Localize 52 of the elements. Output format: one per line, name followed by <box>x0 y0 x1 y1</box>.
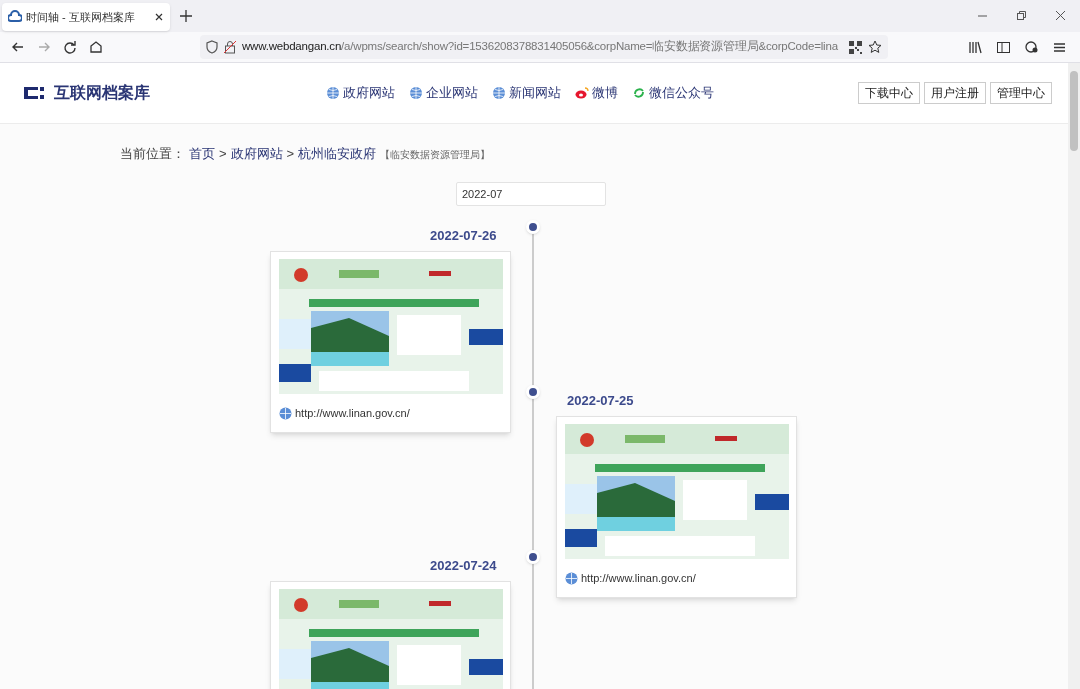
header-button[interactable]: 用户注册 <box>924 82 986 104</box>
nav-link[interactable]: 新闻网站 <box>492 83 561 103</box>
breadcrumb-separator: > <box>219 145 227 164</box>
timeline-date: 2022-07-25 <box>567 392 634 410</box>
breadcrumb-label: 当前位置： <box>120 145 185 164</box>
recycle-icon <box>632 86 646 100</box>
header-button[interactable]: 下载中心 <box>858 82 920 104</box>
timeline-date: 2022-07-26 <box>430 227 497 245</box>
sidebar-icon[interactable] <box>996 39 1011 55</box>
restore-icon[interactable] <box>1016 10 1027 21</box>
site-logo: 互联网档案库 <box>54 83 150 103</box>
snapshot-card[interactable]: http://www.linan.gov.cn/ <box>270 251 511 433</box>
reload-icon[interactable] <box>62 39 78 55</box>
url-text: www.webdangan.cn/a/wpms/search/show?id=1536208378831405056&corpName=临安数据资源管理局&corpCode=lina <box>242 39 839 55</box>
library-icon[interactable] <box>968 39 983 55</box>
nav-link[interactable]: 微信公众号 <box>632 83 714 103</box>
header-button[interactable]: 管理中心 <box>990 82 1052 104</box>
nav-link[interactable]: 微博 <box>575 83 618 103</box>
breadcrumb-separator: > <box>286 145 295 164</box>
close-icon[interactable] <box>154 12 164 22</box>
home-icon[interactable] <box>88 39 104 55</box>
globe-icon <box>279 406 292 420</box>
scroll-thumb[interactable] <box>1070 71 1078 151</box>
snapshot-url[interactable]: http://www.linan.gov.cn/ <box>581 570 696 587</box>
logo-icon <box>22 84 46 102</box>
qr-code-icon[interactable] <box>849 40 862 54</box>
browser-tab[interactable]: 时间轴 - 互联网档案库 <box>2 3 170 31</box>
account-icon[interactable] <box>1024 39 1039 55</box>
shield-icon <box>206 40 218 54</box>
snapshot-url[interactable]: http://www.linan.gov.cn/ <box>295 405 410 422</box>
new-tab-icon[interactable] <box>180 10 192 22</box>
breadcrumb-link[interactable]: 杭州临安政府 <box>298 144 377 164</box>
address-bar[interactable]: www.webdangan.cn/a/wpms/search/show?id=1536208378831405056&corpName=临安数据资源管理局&corpCode=lina <box>200 35 888 59</box>
star-icon[interactable] <box>868 40 882 54</box>
globe-icon <box>492 86 506 100</box>
breadcrumb-link[interactable]: 政府网站 <box>230 144 283 164</box>
scrollbar[interactable] <box>1068 63 1080 689</box>
month-field[interactable]: 2022-07 <box>456 182 606 206</box>
timeline-date: 2022-07-24 <box>430 557 497 575</box>
cloud-icon <box>8 10 22 24</box>
globe-icon <box>409 86 423 100</box>
nav-link[interactable]: 企业网站 <box>409 83 478 103</box>
globe-icon <box>326 86 340 100</box>
nav-link[interactable]: 政府网站 <box>326 83 395 103</box>
snapshot-card[interactable]: http://www.linan.gov.cn/ <box>556 416 797 598</box>
tab-title: 时间轴 - 互联网档案库 <box>26 9 136 25</box>
close-icon[interactable] <box>1055 10 1066 21</box>
lock-icon <box>224 40 236 54</box>
weibo-icon <box>575 86 589 100</box>
globe-icon <box>565 571 578 585</box>
breadcrumb-note: 【临安数据资源管理局】 <box>380 147 491 162</box>
breadcrumb-link[interactable]: 首页 <box>189 144 215 164</box>
